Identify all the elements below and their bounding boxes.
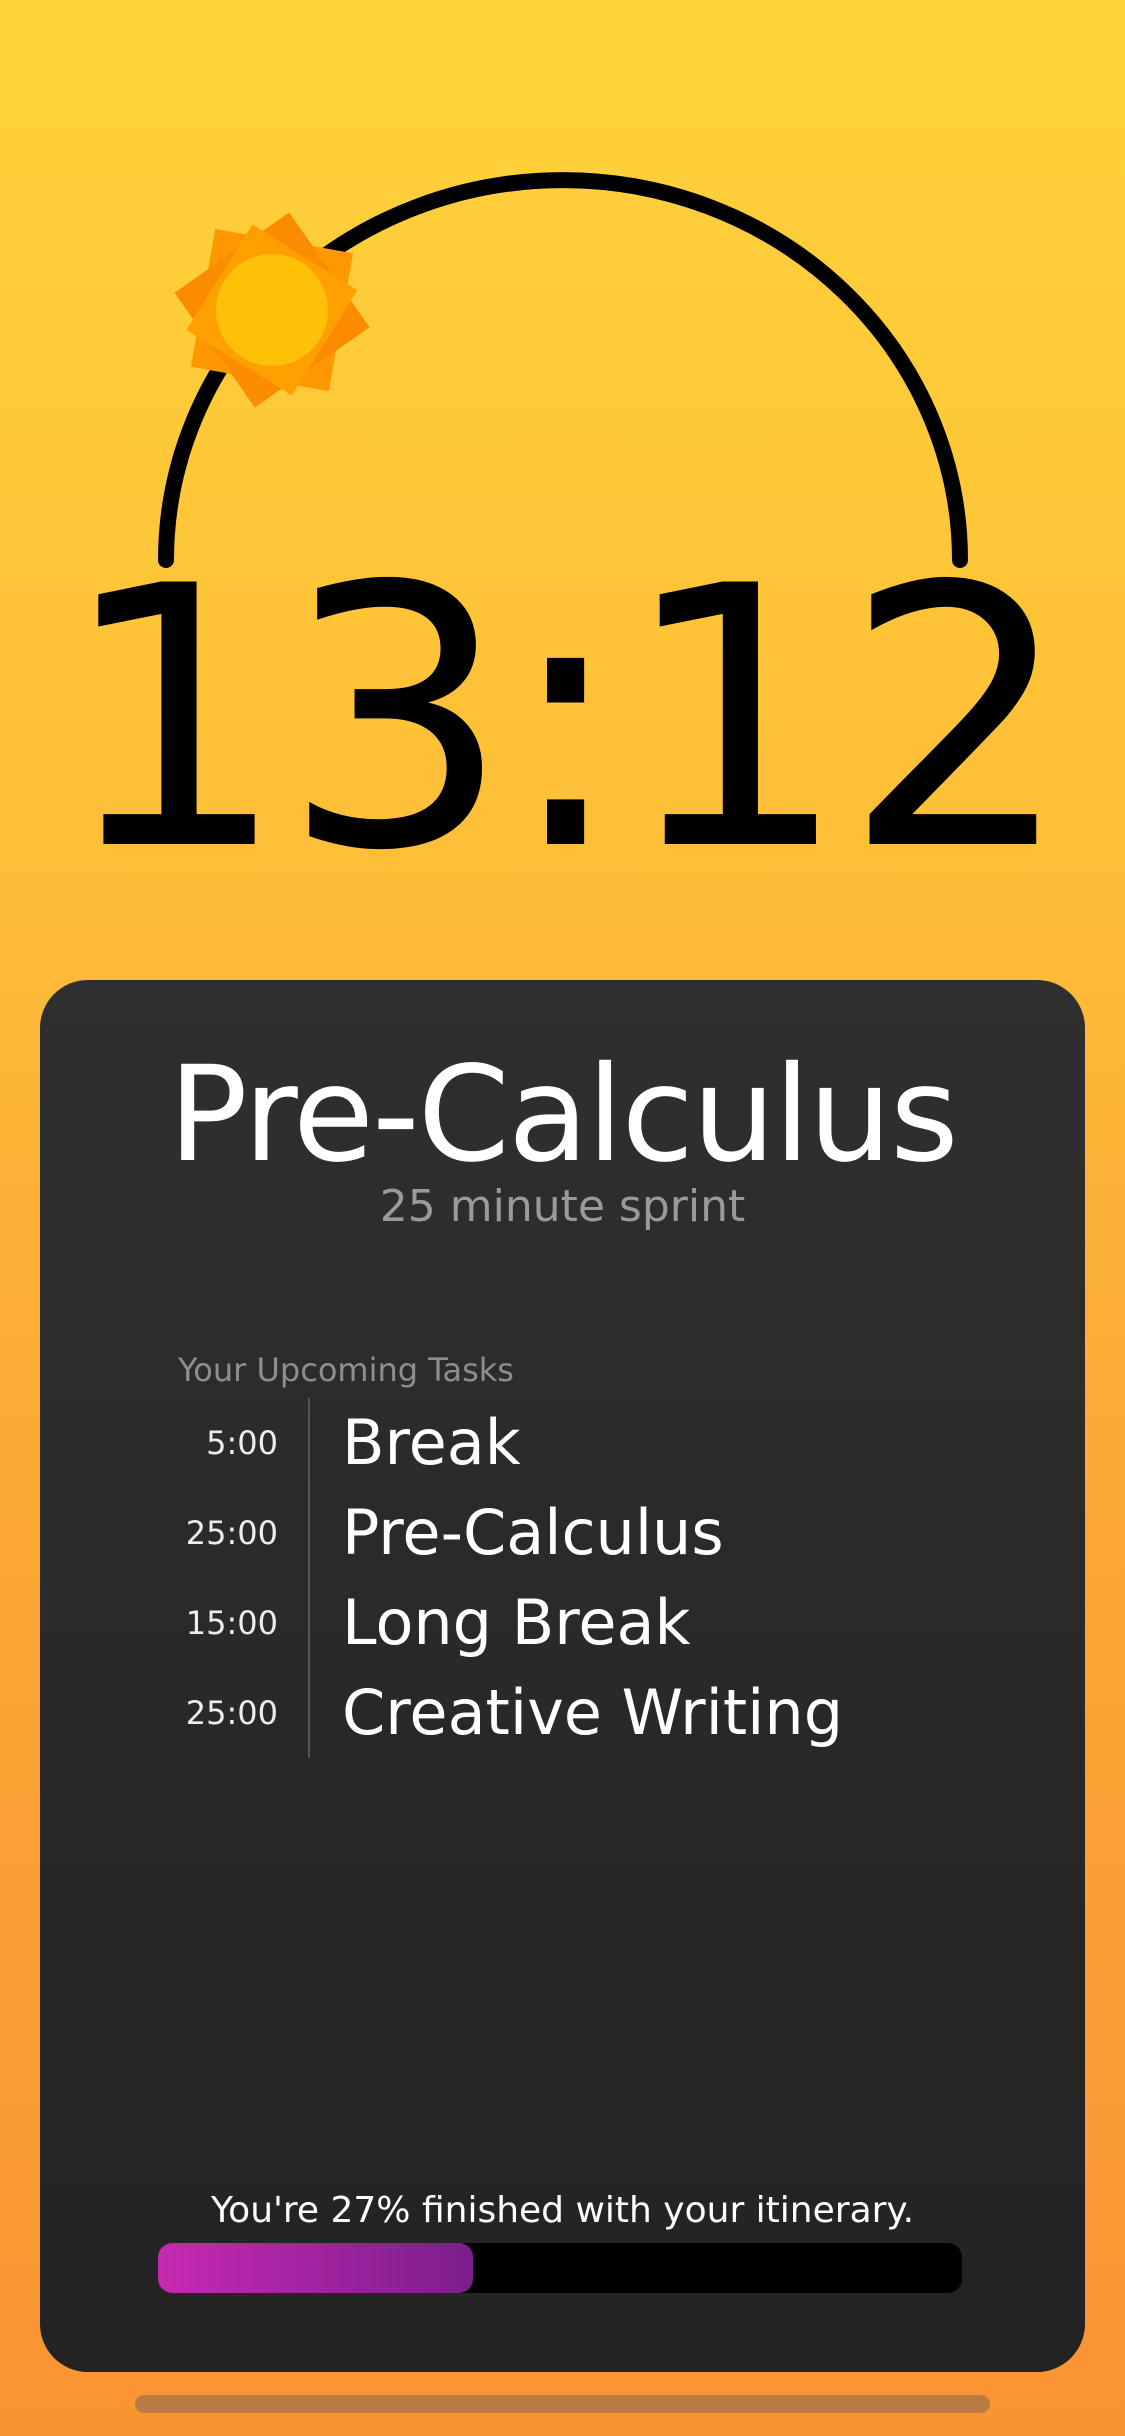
task-name: Creative Writing: [342, 1676, 844, 1749]
task-name: Pre-Calculus: [342, 1496, 724, 1569]
progress-bar: [158, 2243, 962, 2293]
session-card: Pre-Calculus 25 minute sprint Your Upcom…: [40, 980, 1085, 2372]
upcoming-task-list: 5:00 Break 25:00 Pre-Calculus 15:00 Long…: [160, 1398, 960, 1758]
task-name: Long Break: [342, 1586, 691, 1659]
task-row[interactable]: 5:00 Break: [160, 1398, 960, 1488]
session-description: 25 minute sprint: [379, 1181, 746, 1232]
task-duration: 15:00: [160, 1578, 310, 1668]
current-subject: Pre-Calculus: [168, 1038, 959, 1192]
task-name: Break: [342, 1406, 521, 1479]
progress-text: You're 27% finished with your itinerary.: [210, 2190, 915, 2231]
progress-bar-fill: [158, 2243, 473, 2293]
home-indicator[interactable]: [135, 2395, 990, 2413]
task-duration: 25:00: [160, 1668, 310, 1758]
task-row[interactable]: 15:00 Long Break: [160, 1578, 960, 1668]
clock-time: 13:12: [58, 510, 1072, 929]
task-duration: 25:00: [160, 1488, 310, 1578]
upcoming-tasks-heading: Your Upcoming Tasks: [178, 1351, 514, 1389]
task-row[interactable]: 25:00 Creative Writing: [160, 1668, 960, 1758]
task-duration: 5:00: [160, 1398, 310, 1488]
task-row[interactable]: 25:00 Pre-Calculus: [160, 1488, 960, 1578]
